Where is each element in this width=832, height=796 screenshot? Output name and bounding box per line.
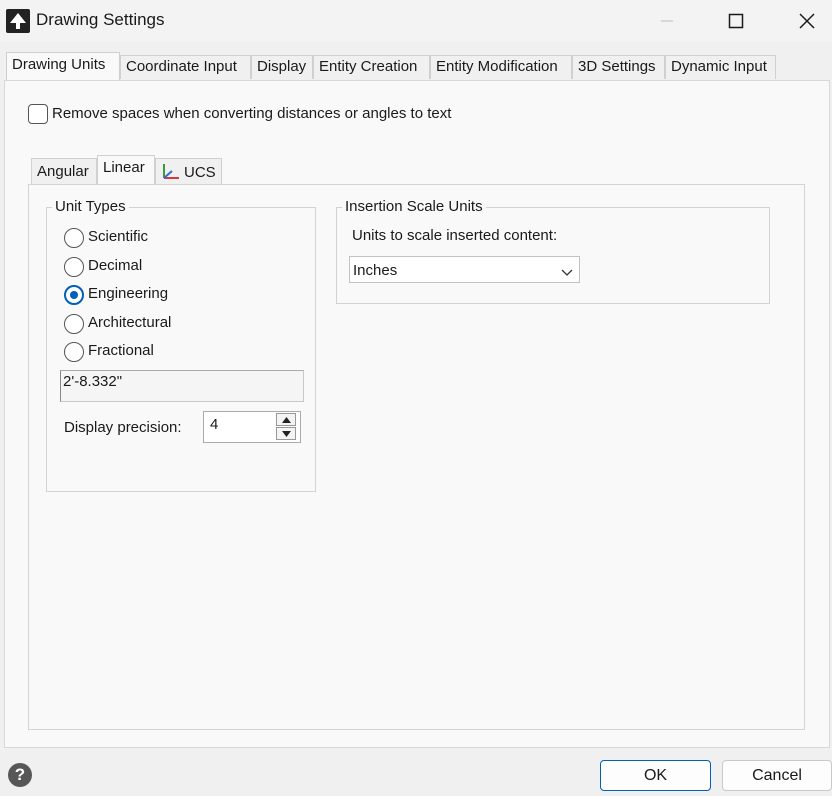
help-icon[interactable]: ?: [8, 763, 32, 787]
insertion-scale-legend: Insertion Scale Units: [342, 198, 486, 215]
display-precision-label: Display precision:: [64, 419, 182, 436]
subtab-linear[interactable]: Linear: [97, 155, 155, 184]
tab-dynamic-input[interactable]: Dynamic Input: [665, 55, 776, 79]
cancel-button[interactable]: Cancel: [722, 760, 832, 791]
spin-up-button[interactable]: [276, 413, 296, 426]
tab-3d-settings[interactable]: 3D Settings: [572, 55, 665, 79]
chevron-down-icon[interactable]: [561, 264, 573, 281]
app-logo-icon: [6, 9, 30, 33]
ok-button[interactable]: OK: [600, 760, 711, 791]
tab-entity-modification[interactable]: Entity Modification: [430, 55, 572, 79]
radio-architectural[interactable]: [64, 314, 84, 334]
tab-drawing-units[interactable]: Drawing Units: [6, 52, 120, 80]
unit-types-group: [46, 207, 316, 492]
subtab-angular[interactable]: Angular: [31, 158, 97, 184]
radio-scientific[interactable]: [64, 228, 84, 248]
window-title: Drawing Settings: [36, 10, 165, 29]
insertion-units-value[interactable]: Inches: [353, 262, 397, 279]
spin-down-button[interactable]: [276, 427, 296, 440]
subtab-ucs[interactable]: UCS: [155, 158, 222, 184]
close-icon[interactable]: [794, 8, 820, 34]
arrow-up-icon: [281, 416, 291, 423]
tab-display[interactable]: Display: [251, 55, 313, 79]
radio-scientific-label[interactable]: Scientific: [88, 228, 148, 245]
remove-spaces-label[interactable]: Remove spaces when converting distances …: [52, 105, 451, 122]
radio-decimal[interactable]: [64, 257, 84, 277]
display-precision-value[interactable]: 4: [210, 416, 218, 433]
unit-preview-field: 2'-8.332": [60, 370, 304, 402]
tab-entity-creation[interactable]: Entity Creation: [313, 55, 430, 79]
radio-fractional-label[interactable]: Fractional: [88, 342, 154, 359]
arrow-down-icon: [281, 430, 291, 437]
remove-spaces-checkbox[interactable]: [28, 104, 48, 124]
radio-engineering[interactable]: [64, 285, 84, 305]
insertion-scale-label: Units to scale inserted content:: [352, 227, 558, 244]
radio-decimal-label[interactable]: Decimal: [88, 257, 142, 274]
radio-engineering-label[interactable]: Engineering: [88, 285, 168, 302]
subtab-ucs-label: UCS: [184, 163, 216, 181]
tab-coordinate-input[interactable]: Coordinate Input: [120, 55, 251, 79]
unit-types-legend: Unit Types: [52, 198, 129, 215]
minimize-icon[interactable]: [654, 8, 680, 34]
maximize-icon[interactable]: [723, 8, 749, 34]
radio-architectural-label[interactable]: Architectural: [88, 314, 171, 331]
ucs-axes-icon: [160, 161, 182, 181]
radio-fractional[interactable]: [64, 342, 84, 362]
